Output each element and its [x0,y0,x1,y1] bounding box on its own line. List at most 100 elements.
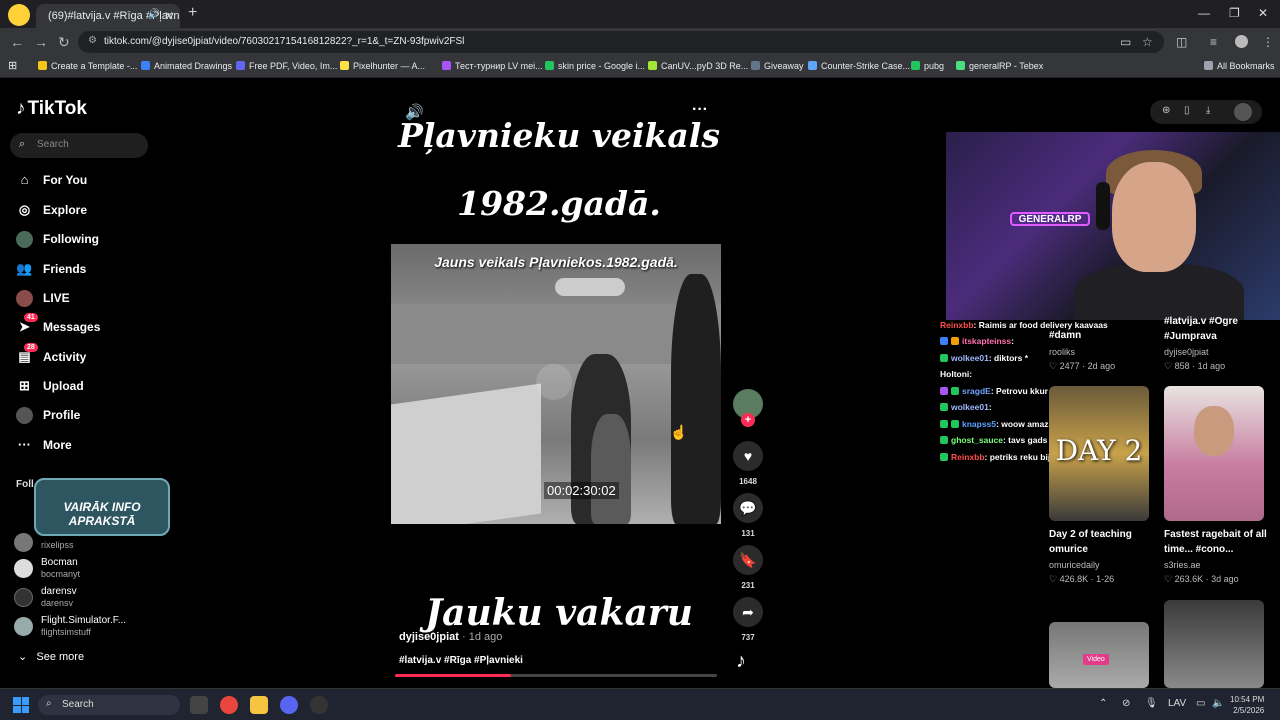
nav-more[interactable]: ··· More [16,437,72,458]
site-info-icon[interactable]: ⚙ [88,35,97,46]
nav-friends[interactable]: 👥 Friends [16,261,86,282]
comment-button[interactable]: 💬 [733,493,763,523]
following-avatar-icon [16,231,33,248]
nav-upload[interactable]: ⊞ Upload [16,378,84,399]
windows-start-icon[interactable] [13,697,29,713]
counter [391,383,541,524]
maximize-icon[interactable]: ❐ [1229,6,1240,20]
like-button[interactable]: ♥ [733,441,763,471]
video-progress-bar[interactable] [395,674,717,677]
bookmark-item[interactable]: Animated Drawings [141,61,232,71]
language-indicator[interactable]: LAV [1168,698,1186,709]
cast-icon[interactable]: ▭ [1120,35,1131,49]
bookmark-item[interactable]: Counter-Strike Case... [808,61,910,71]
close-tab-icon[interactable]: ✕ [164,9,174,23]
media-icon[interactable]: ≡ [1210,35,1217,49]
see-more-button[interactable]: ⌄ See more [18,650,84,663]
chevron-down-icon: ⌄ [18,651,28,663]
card-thumbnail[interactable] [1164,386,1264,521]
audio-icon[interactable]: 🔊 [148,9,160,20]
system-clock[interactable]: 10:54 PM 2/5/2026 [1230,694,1264,716]
tiktok-logo[interactable]: ♪ TikTok [16,98,87,120]
bookmark-item[interactable]: generalRP - Tebex [956,61,1043,71]
file-explorer-icon[interactable] [250,696,268,714]
new-tab-icon[interactable]: + [188,4,197,22]
follow-plus-icon[interactable]: + [741,413,755,427]
nav-explore[interactable]: ◎ Explore [16,202,87,223]
bookmark-item[interactable]: skin price - Google i... [545,61,645,71]
save-button[interactable]: 🔖 [733,545,763,575]
user-avatar[interactable] [1234,103,1252,121]
bookmarks-bar: ⊞ Create a Template -... Animated Drawin… [0,56,1280,78]
progress-fill [395,674,511,677]
back-icon[interactable]: ← [10,34,24,50]
bookmark-item[interactable]: CanUV...pyD 3D Re... [648,61,748,71]
child-figure [591,414,631,524]
card-meta: ♡ 2477 · 2d ago [1049,361,1116,371]
chrome-icon[interactable] [220,696,238,714]
share-button[interactable]: ➦ [733,597,763,627]
bookmark-item[interactable]: pubg [911,61,944,71]
streamer-body [1074,264,1244,320]
nav-messages[interactable]: ➤ 41 Messages [16,313,100,340]
card-thumbnail[interactable]: DAY 2 [1049,386,1149,521]
forward-icon[interactable]: → [34,34,48,50]
chat-message: Reinxbb: petriks reku bija [940,452,1055,462]
browser-tab[interactable]: (69)#latvija.v #Rīga #Pļavni 🔊 ✕ [36,4,180,28]
card-author[interactable]: s3ries.ae [1164,560,1201,570]
bookmark-item[interactable]: Create a Template -... [38,61,137,71]
minimize-icon[interactable]: — [1198,6,1210,20]
tray-chevron-icon[interactable]: ⌃ [1099,698,1107,709]
bookmark-item[interactable]: Giveaway [751,61,804,71]
taskbar-search[interactable]: ⌕ Search [38,695,180,715]
tiktok-corner-icon[interactable]: ♪ [736,650,746,673]
device-icon[interactable]: ▯ [1184,105,1190,116]
card-author[interactable]: rooliks [1049,347,1075,357]
card-meta: ♡ 858 · 1d ago [1164,361,1226,371]
address-bar[interactable]: ⚙ tiktok.com/@dyjise0jpiat/video/7603021… [78,31,1164,53]
card-title[interactable]: Fastest ragebait of all time... #cono... [1164,527,1274,557]
browser-toolbar: ← → ↻ ⚙ tiktok.com/@dyjise0jpiat/video/7… [0,28,1280,56]
network-off-icon[interactable]: ⊘ [1122,698,1130,709]
extensions-icon[interactable]: ◫ [1176,35,1187,49]
pause-overlay[interactable] [536,364,572,400]
bookmark-item[interactable]: Free PDF, Video, Im... [236,61,337,71]
reload-icon[interactable]: ↻ [58,34,70,51]
card-meta: ♡ 426.8K · 1-26 [1049,574,1115,584]
menu-icon[interactable]: ⋮ [1262,35,1274,49]
video-hashtags[interactable]: #latvija.v #Rīga #Pļavnieki [399,655,523,666]
bookmark-item[interactable]: Pixelhunter — A... [340,61,425,71]
download-icon[interactable]: ⤓ [1206,105,1210,116]
monitor-icon[interactable]: ▭ [1196,698,1205,709]
card-title[interactable]: #latvija.v #Ogre #Jumprava [1164,314,1274,344]
profile-emoji-icon[interactable] [8,4,30,26]
mic-icon[interactable]: 🎙 [1145,698,1158,709]
card-thumbnail[interactable] [1164,600,1264,688]
comment-count: 131 [741,529,755,538]
card-title[interactable]: Day 2 of teaching omurice [1049,527,1159,557]
bookmark-item[interactable]: Тест-турнир LV mei... [442,61,543,71]
bookmark-star-icon[interactable]: ☆ [1142,35,1153,49]
task-view-icon[interactable] [190,696,208,714]
obs-icon[interactable] [310,696,328,714]
card-title[interactable]: #damn [1049,328,1159,343]
nav-following[interactable]: Following [16,231,99,252]
close-window-icon[interactable]: ✕ [1258,6,1268,20]
thumbnail-face [1194,406,1234,456]
card-thumbnail[interactable]: Video [1049,622,1149,688]
nav-activity[interactable]: ▤ 28 Activity [16,343,86,370]
card-author[interactable]: omuricedaily [1049,560,1100,570]
page-top-icons: ⊛ ▯ ⤓ [1150,100,1262,124]
coin-icon[interactable]: ⊛ [1162,105,1170,116]
search-input[interactable]: ⌕ Search [10,133,148,158]
video-author[interactable]: dyjise0jpiat · 1d ago [399,631,502,643]
discord-icon[interactable] [280,696,298,714]
all-bookmarks[interactable]: All Bookmarks [1204,61,1275,71]
apps-icon[interactable]: ⊞ [8,59,17,72]
nav-for-you[interactable]: ⌂ For You [16,172,88,193]
nav-live[interactable]: LIVE [16,290,70,311]
nav-profile[interactable]: Profile [16,407,80,428]
card-author[interactable]: dyjise0jpiat [1164,347,1209,357]
profile-avatar[interactable] [1235,35,1248,48]
volume-icon[interactable]: 🔈 [1212,698,1224,709]
